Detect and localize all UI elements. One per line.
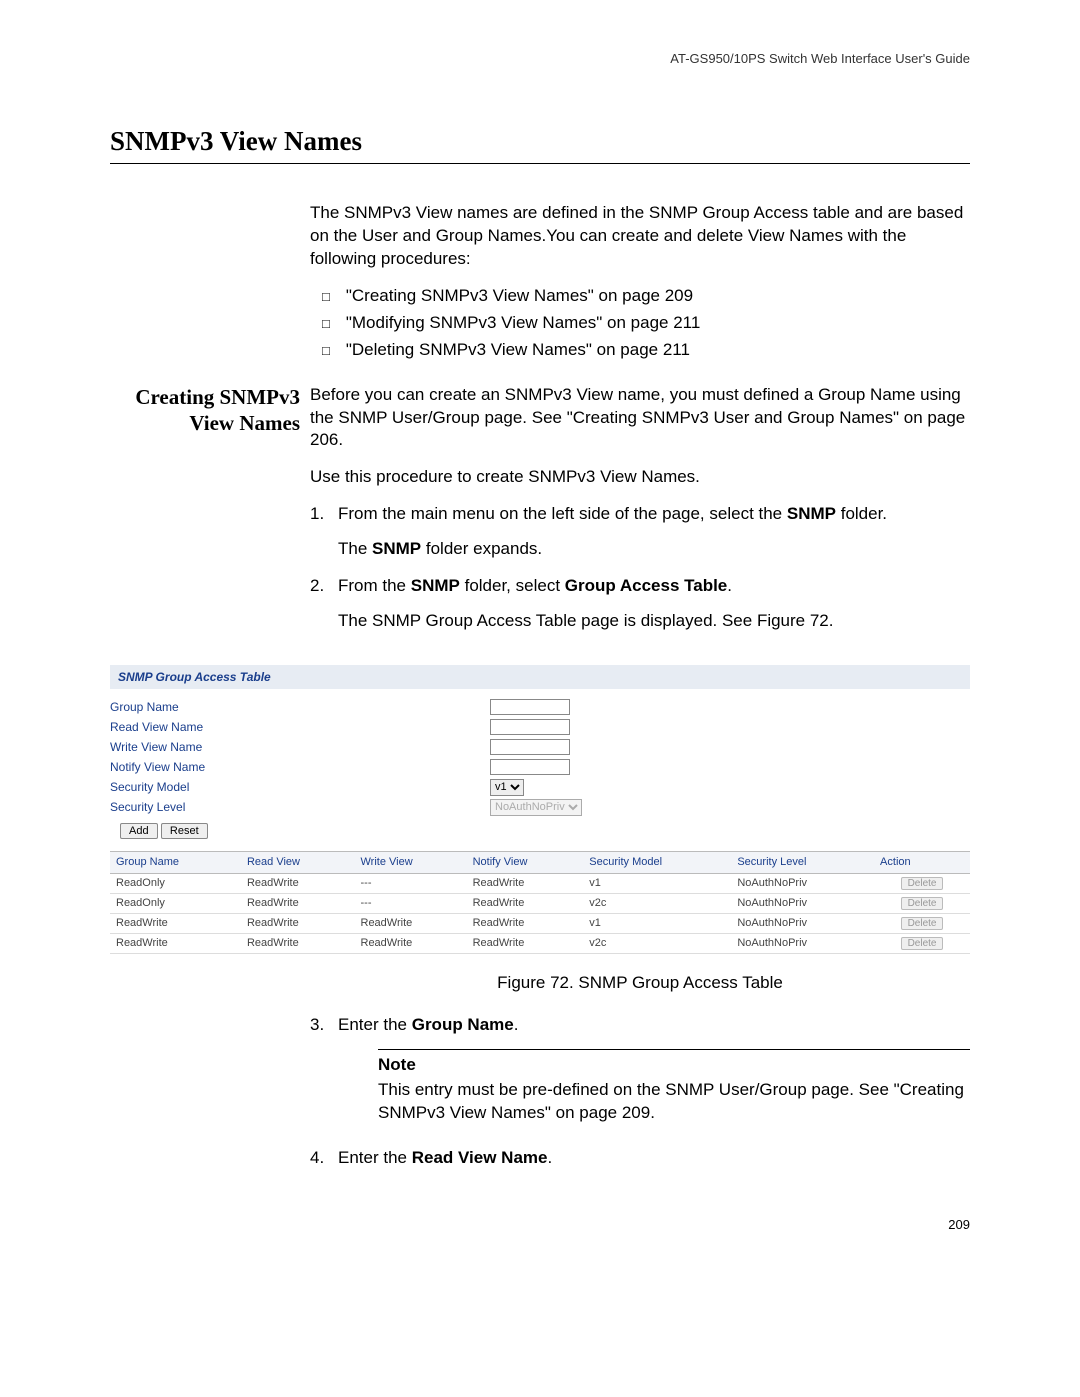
note-body: This entry must be pre-defined on the SN…	[378, 1079, 970, 1125]
group-access-table: Group Name Read View Write View Notify V…	[110, 851, 970, 953]
action-cell: Delete	[874, 914, 970, 934]
table-cell: ReadWrite	[110, 914, 241, 934]
table-cell: ReadWrite	[241, 914, 355, 934]
col-model: Security Model	[583, 851, 731, 874]
action-cell: Delete	[874, 874, 970, 894]
table-row: ReadOnlyReadWrite---ReadWritev1NoAuthNoP…	[110, 874, 970, 894]
table-cell: ReadWrite	[355, 914, 467, 934]
security-model-select[interactable]: v1	[490, 779, 524, 796]
col-write: Write View	[355, 851, 467, 874]
table-row: ReadWriteReadWriteReadWriteReadWritev2cN…	[110, 934, 970, 954]
delete-button[interactable]: Delete	[901, 917, 944, 930]
notify-view-input[interactable]	[490, 759, 570, 775]
col-action: Action	[874, 851, 970, 874]
add-button[interactable]: Add	[120, 823, 158, 839]
intro-paragraph: The SNMPv3 View names are defined in the…	[310, 202, 970, 271]
label-read-view: Read View Name	[110, 719, 490, 735]
prereq-paragraph: Before you can create an SNMPv3 View nam…	[310, 384, 970, 453]
table-row: ReadWriteReadWriteReadWriteReadWritev1No…	[110, 914, 970, 934]
col-level: Security Level	[731, 851, 874, 874]
table-cell: ReadWrite	[241, 874, 355, 894]
table-cell: ReadWrite	[467, 914, 584, 934]
figure-caption: Figure 72. SNMP Group Access Table	[310, 972, 970, 995]
toc-item: "Creating SNMPv3 View Names" on page 209	[330, 285, 970, 308]
delete-button[interactable]: Delete	[901, 877, 944, 890]
table-cell: v1	[583, 914, 731, 934]
col-read: Read View	[241, 851, 355, 874]
table-cell: ReadWrite	[467, 934, 584, 954]
page-number: 209	[110, 1216, 970, 1234]
table-row: ReadOnlyReadWrite---ReadWritev2cNoAuthNo…	[110, 894, 970, 914]
delete-button[interactable]: Delete	[901, 897, 944, 910]
label-write-view: Write View Name	[110, 739, 490, 755]
step-3: 3. Enter the Group Name.	[310, 1014, 970, 1037]
note-heading: Note	[378, 1054, 970, 1077]
table-cell: NoAuthNoPriv	[731, 914, 874, 934]
action-cell: Delete	[874, 894, 970, 914]
step-4: 4. Enter the Read View Name.	[310, 1147, 970, 1170]
table-cell: NoAuthNoPriv	[731, 894, 874, 914]
toc-item: "Modifying SNMPv3 View Names" on page 21…	[330, 312, 970, 335]
table-cell: NoAuthNoPriv	[731, 874, 874, 894]
table-cell: ReadWrite	[241, 894, 355, 914]
table-cell: ReadWrite	[241, 934, 355, 954]
security-level-select[interactable]: NoAuthNoPriv	[490, 799, 582, 816]
panel-title: SNMP Group Access Table	[110, 665, 970, 689]
table-cell: v2c	[583, 934, 731, 954]
step-1-result: The SNMP folder expands.	[338, 538, 970, 561]
table-cell: ---	[355, 894, 467, 914]
procedure-intro: Use this procedure to create SNMPv3 View…	[310, 466, 970, 489]
toc-item: "Deleting SNMPv3 View Names" on page 211	[330, 339, 970, 362]
write-view-input[interactable]	[490, 739, 570, 755]
table-cell: ReadWrite	[110, 934, 241, 954]
group-name-input[interactable]	[490, 699, 570, 715]
table-cell: NoAuthNoPriv	[731, 934, 874, 954]
table-cell: ReadWrite	[467, 894, 584, 914]
action-cell: Delete	[874, 934, 970, 954]
table-cell: ReadWrite	[467, 874, 584, 894]
read-view-input[interactable]	[490, 719, 570, 735]
label-notify-view: Notify View Name	[110, 759, 490, 775]
reset-button[interactable]: Reset	[161, 823, 208, 839]
table-cell: ReadOnly	[110, 874, 241, 894]
label-security-model: Security Model	[110, 779, 490, 795]
table-cell: v1	[583, 874, 731, 894]
step-2: 2. From the SNMP folder, select Group Ac…	[310, 575, 970, 598]
col-notify: Notify View	[467, 851, 584, 874]
table-cell: ---	[355, 874, 467, 894]
table-cell: ReadWrite	[355, 934, 467, 954]
toc-list: "Creating SNMPv3 View Names" on page 209…	[310, 285, 970, 362]
delete-button[interactable]: Delete	[901, 937, 944, 950]
step-2-result: The SNMP Group Access Table page is disp…	[338, 610, 970, 633]
chapter-heading: SNMPv3 View Names	[110, 123, 970, 164]
note-block: Note This entry must be pre-defined on t…	[378, 1049, 970, 1125]
table-cell: v2c	[583, 894, 731, 914]
label-security-level: Security Level	[110, 799, 490, 815]
col-group: Group Name	[110, 851, 241, 874]
step-1: 1. From the main menu on the left side o…	[310, 503, 970, 526]
section-heading: Creating SNMPv3 View Names	[110, 384, 300, 437]
doc-header: AT-GS950/10PS Switch Web Interface User'…	[110, 50, 970, 68]
figure-72: SNMP Group Access Table Group Name Read …	[110, 665, 970, 953]
label-group-name: Group Name	[110, 699, 490, 715]
table-cell: ReadOnly	[110, 894, 241, 914]
